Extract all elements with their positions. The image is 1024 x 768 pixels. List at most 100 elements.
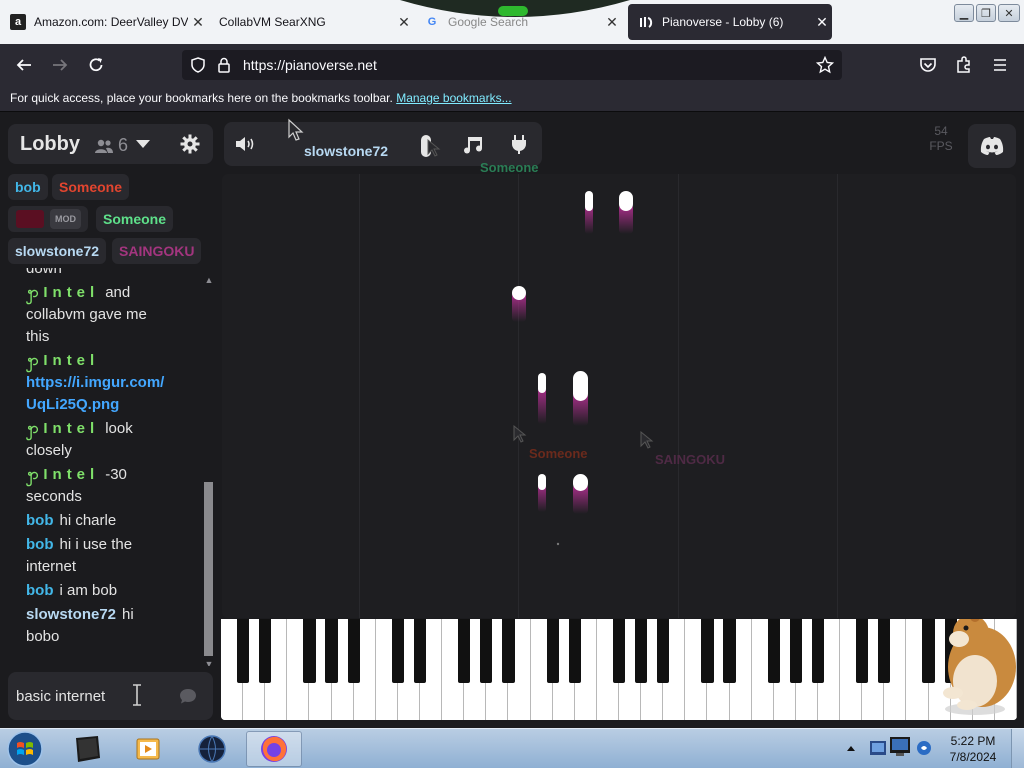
menu-button[interactable] <box>988 53 1012 77</box>
taskbar-app[interactable] <box>184 731 240 767</box>
puzzle-icon <box>957 56 970 73</box>
black-key[interactable] <box>789 619 802 683</box>
close-window-button[interactable]: ✕ <box>998 4 1020 22</box>
tray-expand-icon[interactable] <box>846 744 856 752</box>
taskbar-app[interactable] <box>60 731 116 767</box>
shield-icon[interactable] <box>190 57 206 73</box>
black-key[interactable] <box>325 619 338 683</box>
user-chip[interactable]: MOD <box>8 206 88 232</box>
cursor-arrow-icon <box>640 430 654 449</box>
note <box>619 191 633 234</box>
show-desktop-button[interactable] <box>1011 729 1024 768</box>
chat-scrollbar[interactable]: ▲ ▼ <box>202 274 213 666</box>
device-icon[interactable] <box>868 737 890 759</box>
cursor-arrow-icon <box>427 138 441 157</box>
discord-button[interactable] <box>968 124 1016 168</box>
chat-author[interactable]: bob <box>26 582 54 599</box>
window-controls: ▁ ❐ ✕ <box>954 4 1020 22</box>
black-key[interactable] <box>612 619 626 683</box>
taskbar-app-firefox[interactable] <box>246 731 302 767</box>
url-text[interactable]: https://pianoverse.net <box>243 57 377 73</box>
note-visualizer <box>222 174 1016 618</box>
close-tab-icon[interactable]: ✕ <box>812 14 832 31</box>
scroll-thumb[interactable] <box>204 482 213 656</box>
reload-button[interactable] <box>84 53 108 77</box>
black-key[interactable] <box>480 619 493 683</box>
url-bar[interactable]: https://pianoverse.net <box>182 50 842 80</box>
media-player-icon <box>136 738 160 760</box>
black-key[interactable] <box>878 619 891 683</box>
black-key[interactable] <box>922 619 935 683</box>
bookmark-star-icon[interactable] <box>816 56 834 74</box>
extensions-button[interactable] <box>952 53 976 77</box>
windows-logo-icon <box>7 731 43 767</box>
chat-link[interactable]: https://i.imgur.com/UqLi25Q.png <box>26 374 164 413</box>
gear-icon <box>180 134 200 154</box>
user-list: bob Someone MOD Someone slowstone72 SAIN… <box>8 172 213 268</box>
scroll-down-arrow-icon[interactable]: ▼ <box>202 658 213 666</box>
tab-collabvm-searxng[interactable]: CollabVM SearXNG ✕ <box>208 4 414 40</box>
user-chip[interactable]: Someone <box>52 174 130 200</box>
chat-log[interactable]: down ꩭIntel and collabvm gave me this ꩭIn… <box>8 268 213 666</box>
scroll-up-arrow-icon[interactable]: ▲ <box>202 274 213 286</box>
black-key[interactable] <box>347 619 360 683</box>
user-chip[interactable]: slowstone72 <box>8 238 107 264</box>
taskbar-app[interactable] <box>120 731 176 767</box>
restore-button[interactable]: ❐ <box>976 4 996 22</box>
piano-keyboard[interactable] <box>221 619 1017 720</box>
taskbar-clock[interactable]: 5:22 PM 7/8/2024 <box>940 733 1006 765</box>
volume-icon[interactable] <box>234 134 258 154</box>
chat-input[interactable] <box>16 682 176 710</box>
manage-bookmarks-link[interactable]: Manage bookmarks... <box>396 91 511 105</box>
black-key[interactable] <box>391 619 404 683</box>
browser-tab-strip: a Amazon.com: DeerValley DV ✕ CollabVM S… <box>0 0 1024 44</box>
black-key[interactable] <box>259 619 272 683</box>
chat-author[interactable]: ꩭIntel <box>26 352 99 369</box>
black-key[interactable] <box>502 619 515 683</box>
close-tab-icon[interactable]: ✕ <box>188 14 208 31</box>
start-button[interactable] <box>4 730 46 768</box>
chat-author[interactable]: slowstone72 <box>26 606 116 623</box>
user-chip[interactable]: bob <box>8 174 48 200</box>
pocket-icon <box>920 58 936 72</box>
remote-cursor-name: SAINGOKU <box>655 452 726 467</box>
black-key[interactable] <box>303 619 316 683</box>
black-key[interactable] <box>723 619 736 683</box>
forward-button[interactable] <box>48 53 72 77</box>
black-key[interactable] <box>413 619 427 683</box>
back-button[interactable] <box>12 53 36 77</box>
black-key[interactable] <box>635 619 648 683</box>
black-key[interactable] <box>856 619 869 683</box>
black-key[interactable] <box>237 619 250 683</box>
lock-icon[interactable] <box>217 57 231 73</box>
settings-button[interactable] <box>168 124 212 164</box>
user-count: 6 <box>94 135 128 156</box>
minimize-button[interactable]: ▁ <box>954 4 974 22</box>
user-chip[interactable]: SAINGOKU <box>112 238 202 264</box>
chat-author[interactable]: ꩭIntel <box>26 420 99 437</box>
music-note-icon[interactable] <box>462 134 484 156</box>
chat-author[interactable]: bob <box>26 536 54 553</box>
network-icon[interactable] <box>888 735 916 761</box>
black-key[interactable] <box>657 619 670 683</box>
pocket-button[interactable] <box>916 53 940 77</box>
overlay-graphic <box>400 0 630 17</box>
black-key[interactable] <box>546 619 559 683</box>
chat-author[interactable]: ꩭIntel <box>26 466 99 483</box>
chat-author[interactable]: bob <box>26 512 54 529</box>
black-key[interactable] <box>701 619 714 683</box>
fps-counter: 54 FPS <box>920 124 962 168</box>
reload-icon <box>89 58 103 72</box>
black-key[interactable] <box>811 619 825 683</box>
volume-tray-icon[interactable] <box>916 740 932 756</box>
chat-author[interactable]: ꩭIntel <box>26 284 99 301</box>
tab-amazon[interactable]: a Amazon.com: DeerValley DV ✕ <box>0 4 208 40</box>
black-key[interactable] <box>767 619 780 683</box>
chat-bubble-icon[interactable] <box>178 687 198 705</box>
bookmarks-toolbar: For quick access, place your bookmarks h… <box>0 86 1024 112</box>
black-key[interactable] <box>458 619 471 683</box>
plug-icon[interactable] <box>510 134 528 154</box>
user-chip[interactable]: Someone <box>96 206 174 232</box>
black-key[interactable] <box>568 619 581 683</box>
tab-pianoverse[interactable]: Pianoverse - Lobby (6) ✕ <box>628 4 832 40</box>
